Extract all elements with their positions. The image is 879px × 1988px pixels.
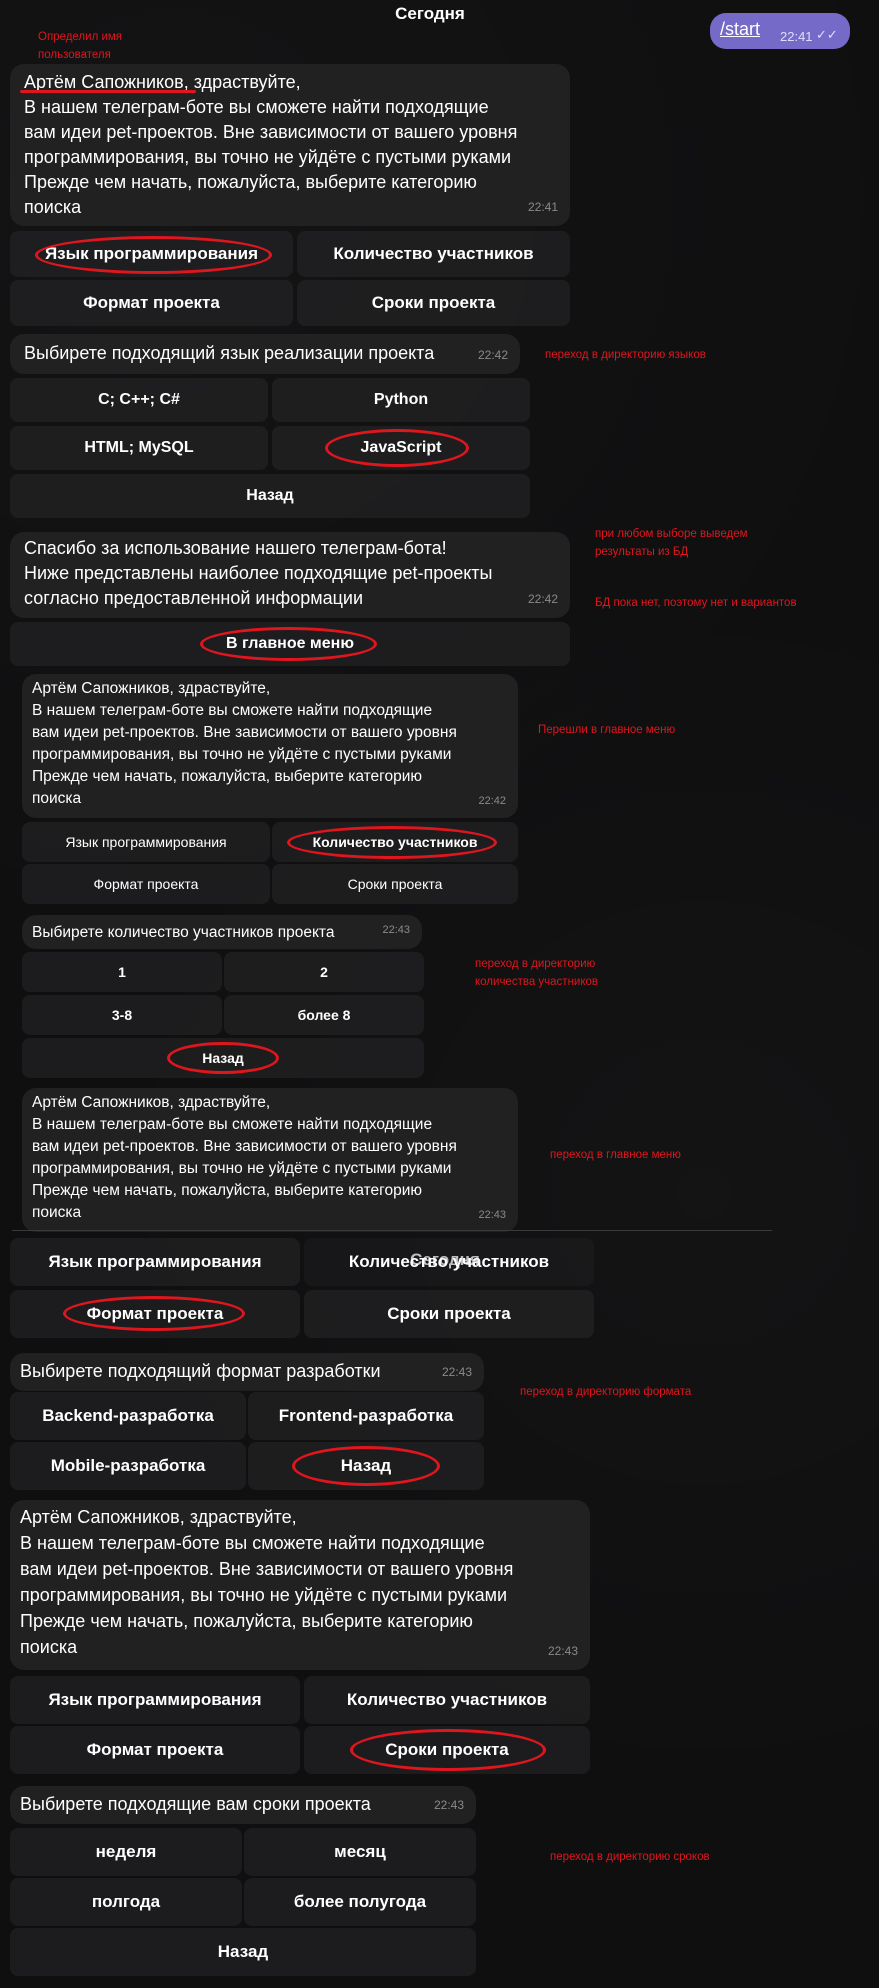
greeting-message: Артём Сапожников, здраствуйте, В нашем т…: [10, 1500, 590, 1670]
annotation-main-menu-2: переход в главное меню: [550, 1149, 681, 1161]
participants-button[interactable]: Количество участников: [272, 822, 518, 862]
annotation-lang-dir: переход в директорию языков: [545, 349, 706, 361]
annotation-format-dir: переход в директорию формата: [520, 1386, 692, 1398]
language-button[interactable]: Язык программирования: [10, 1676, 300, 1724]
format-button[interactable]: Формат проекта: [10, 280, 293, 326]
format-frontend-button[interactable]: Frontend-разработка: [248, 1392, 484, 1440]
deadlines-button[interactable]: Сроки проекта: [304, 1726, 590, 1774]
language-button[interactable]: Язык программирования: [10, 231, 293, 277]
participants-prompt-message: Выбирете количество участников проекта 2…: [22, 915, 422, 949]
read-check-icon: ✓✓: [816, 27, 838, 42]
participants-2-button[interactable]: 2: [224, 952, 424, 992]
participants-back-button[interactable]: Назад: [22, 1038, 424, 1078]
lang-back-button[interactable]: Назад: [10, 474, 530, 518]
deadlines-button[interactable]: Сроки проекта: [304, 1290, 594, 1338]
date-label: Сегодня: [395, 4, 465, 23]
deadline-prompt-message: Выбирете подходящие вам сроки проекта 22…: [10, 1786, 476, 1824]
participants-3-8-button[interactable]: 3-8: [22, 995, 222, 1035]
lang-python-button[interactable]: Python: [272, 378, 530, 422]
participants-button[interactable]: Количество участников: [297, 231, 570, 277]
message-time: 22:41: [780, 29, 813, 44]
annotation-no-db: БД пока нет, поэтому нет и вариантов: [595, 597, 797, 609]
participants-button[interactable]: Количество участников: [304, 1676, 590, 1724]
annotation-participants-dir: переход в директорию количества участник…: [475, 958, 599, 988]
format-prompt-message: Выбирете подходящий формат разработки 22…: [10, 1353, 484, 1391]
greeting-body: В нашем телеграм-боте вы сможете найти п…: [24, 97, 518, 217]
lang-html-button[interactable]: HTML; MySQL: [10, 426, 268, 470]
greeting-message: Артём Сапожников, здраствуйте, В нашем т…: [22, 1088, 518, 1232]
format-button[interactable]: Формат проекта: [10, 1290, 300, 1338]
annotation-underline: [20, 90, 196, 93]
greeting-message: Артём Сапожников, здраствуйте, В нашем т…: [10, 64, 570, 226]
deadline-back-button[interactable]: Назад: [10, 1928, 476, 1976]
language-prompt-message: Выбирете подходящий язык реализации прое…: [10, 334, 520, 374]
language-button[interactable]: Язык программирования: [22, 822, 270, 862]
participants-1-button[interactable]: 1: [22, 952, 222, 992]
lang-js-button[interactable]: JavaScript: [272, 426, 530, 470]
deadline-more-half-year-button[interactable]: более полугода: [244, 1878, 476, 1926]
format-button[interactable]: Формат проекта: [22, 864, 270, 904]
annotation-deadline-dir: переход в директорию сроков: [550, 1851, 710, 1863]
screenshot-separator: [12, 1230, 772, 1231]
participants-more-8-button[interactable]: более 8: [224, 995, 424, 1035]
deadline-half-year-button[interactable]: полгода: [10, 1878, 242, 1926]
annotation-username: Определил имя пользователя: [38, 31, 123, 61]
greeting-message: Артём Сапожников, здраствуйте, В нашем т…: [22, 674, 518, 818]
deadline-month-button[interactable]: месяц: [244, 1828, 476, 1876]
main-menu-button[interactable]: В главное меню: [10, 622, 570, 666]
format-button[interactable]: Формат проекта: [10, 1726, 300, 1774]
deadlines-button[interactable]: Сроки проекта: [297, 280, 570, 326]
lang-c-button[interactable]: C; C++; C#: [10, 378, 268, 422]
annotation-results: при любом выборе выведем результаты из Б…: [595, 528, 748, 558]
greeting-text: , здраствуйте,: [183, 72, 301, 92]
format-backend-button[interactable]: Backend-разработка: [10, 1392, 246, 1440]
participants-button[interactable]: Количество участников: [304, 1238, 594, 1286]
deadlines-button[interactable]: Сроки проекта: [272, 864, 518, 904]
deadline-week-button[interactable]: неделя: [10, 1828, 242, 1876]
format-mobile-button[interactable]: Mobile-разработка: [10, 1442, 246, 1490]
format-back-button[interactable]: Назад: [248, 1442, 484, 1490]
language-button[interactable]: Язык программирования: [10, 1238, 300, 1286]
thanks-message: Спасибо за использование нашего телеграм…: [10, 532, 570, 618]
message-time: 22:41: [527, 200, 558, 214]
start-command-link[interactable]: /start: [720, 19, 760, 40]
outgoing-message: /start 22:41 ✓✓: [710, 13, 850, 49]
annotation-main-menu: Перешли в главное меню: [538, 724, 676, 736]
user-name: Артём Сапожников: [24, 72, 184, 92]
